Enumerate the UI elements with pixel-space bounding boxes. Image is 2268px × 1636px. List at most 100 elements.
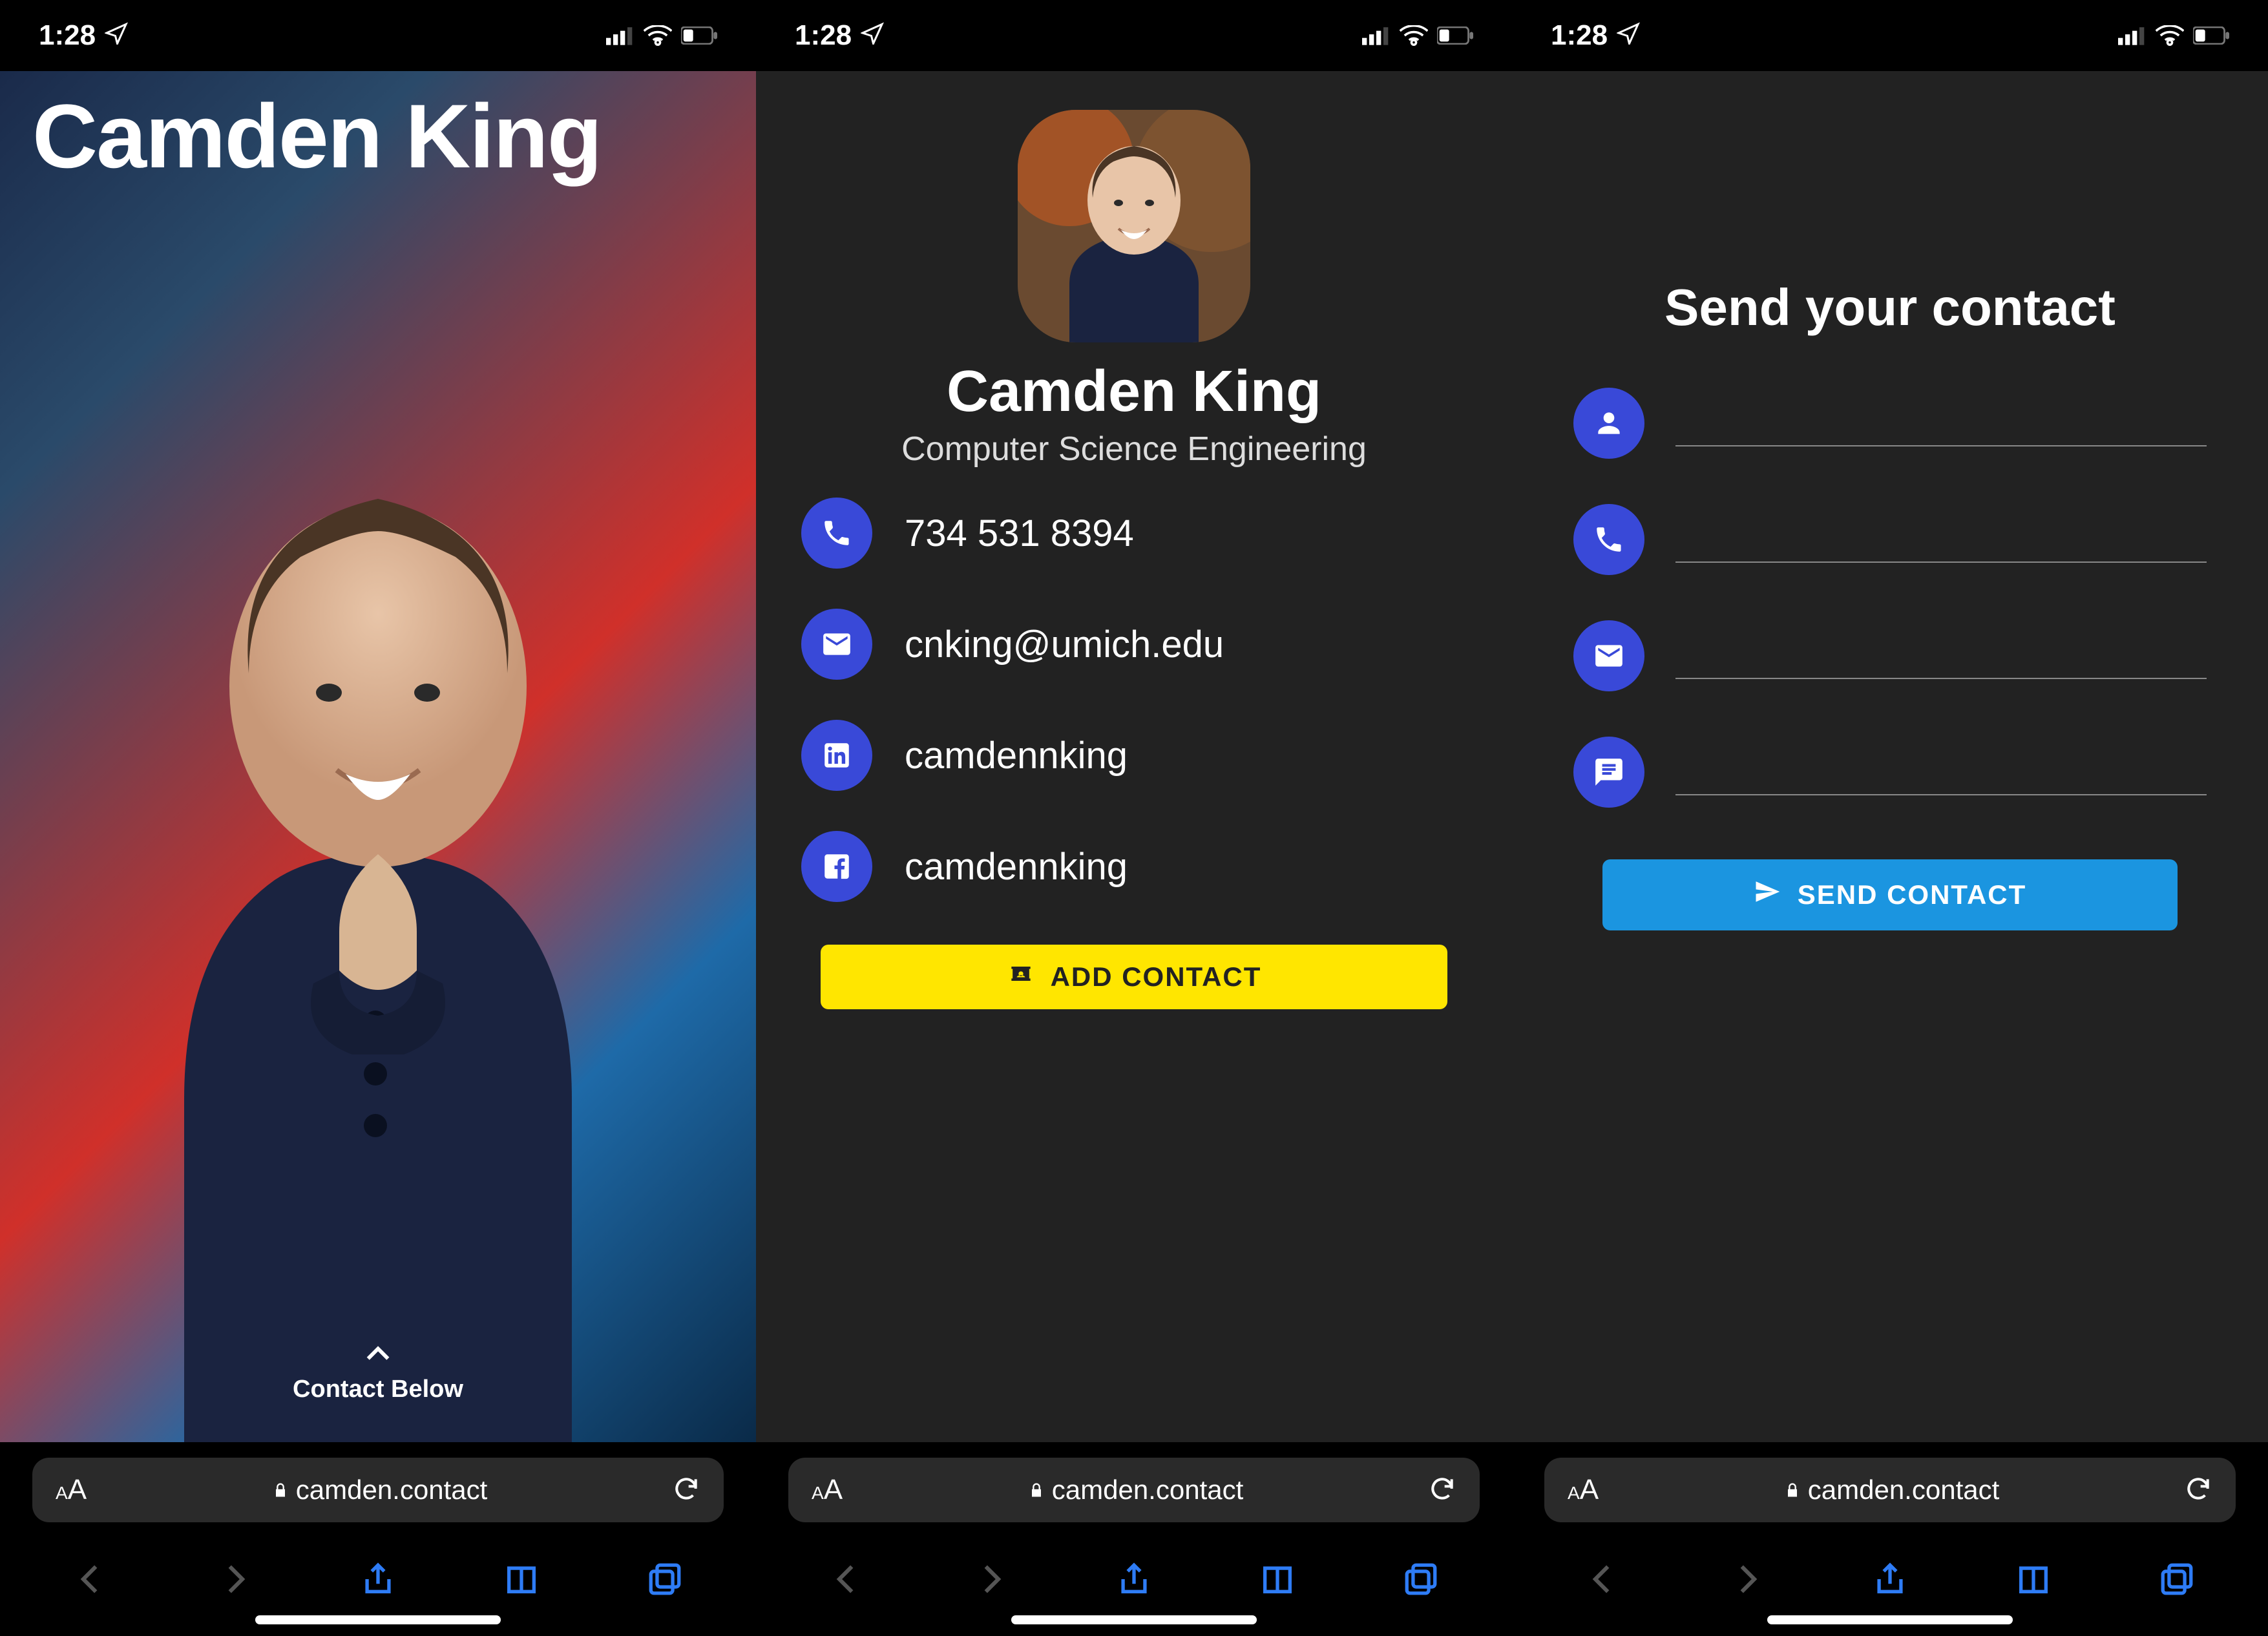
reload-button[interactable]	[1428, 1474, 1456, 1506]
name-input[interactable]	[1675, 400, 2207, 446]
url-bar[interactable]: AA camden.contact	[788, 1458, 1480, 1522]
scroll-hint-label: Contact Below	[293, 1376, 463, 1403]
bookmarks-button[interactable]	[1255, 1557, 1300, 1602]
safari-chrome: AA camden.contact	[756, 1442, 1512, 1636]
tabs-button[interactable]	[642, 1557, 688, 1602]
email-row[interactable]: cnking@umich.edu	[801, 609, 1467, 680]
phone-icon	[1573, 504, 1644, 575]
linkedin-row[interactable]: camdennking	[801, 720, 1467, 791]
cellular-icon	[2118, 26, 2147, 45]
status-time: 1:28	[795, 19, 852, 52]
status-bar: 1:28	[756, 0, 1512, 71]
tabs-button[interactable]	[1398, 1557, 1444, 1602]
forward-button[interactable]	[968, 1557, 1013, 1602]
battery-icon	[2193, 26, 2229, 45]
phone-screen-3: 1:28 Send your contact	[1512, 0, 2268, 1636]
phone-screen-1: 1:28 Camden King	[0, 0, 756, 1636]
url-text: camden.contact	[296, 1474, 488, 1505]
location-icon	[1617, 19, 1640, 52]
reload-button[interactable]	[672, 1474, 700, 1506]
lock-icon	[271, 1474, 289, 1505]
lock-icon	[1027, 1474, 1045, 1505]
facebook-row[interactable]: camdennking	[801, 831, 1467, 902]
status-time: 1:28	[1551, 19, 1608, 52]
home-indicator[interactable]	[1011, 1615, 1257, 1624]
chevron-up-icon	[293, 1339, 463, 1373]
send-contact-button[interactable]: SEND CONTACT	[1602, 859, 2178, 930]
home-indicator[interactable]	[1767, 1615, 2013, 1624]
back-button[interactable]	[824, 1557, 870, 1602]
url-bar[interactable]: AA camden.contact	[1544, 1458, 2236, 1522]
wifi-icon	[644, 25, 672, 46]
status-time: 1:28	[39, 19, 96, 52]
bookmarks-button[interactable]	[2011, 1557, 2056, 1602]
safari-chrome: AA camden.contact	[0, 1442, 756, 1636]
phone-screen-2: 1:28	[756, 0, 1512, 1636]
status-bar: 1:28	[1512, 0, 2268, 71]
contact-list: 734 531 8394 cnking@umich.edu camdennkin…	[801, 498, 1467, 942]
email-field-row	[1573, 620, 2207, 691]
forward-button[interactable]	[212, 1557, 257, 1602]
send-icon	[1754, 878, 1781, 912]
url-text: camden.contact	[1808, 1474, 2000, 1505]
hero-title: Camden King	[32, 84, 601, 189]
contact-card: Camden King Computer Science Engineering…	[756, 71, 1512, 1442]
location-icon	[105, 19, 128, 52]
form-fields	[1573, 388, 2207, 853]
portrait-photo	[81, 376, 675, 1442]
phone-input[interactable]	[1675, 516, 2207, 563]
hero-background: Camden King	[0, 71, 756, 1442]
status-bar: 1:28	[0, 0, 756, 71]
send-contact-form: Send your contact	[1512, 71, 2268, 1442]
share-button[interactable]	[355, 1557, 401, 1602]
url-display[interactable]: camden.contact	[1027, 1474, 1244, 1505]
contact-subtitle: Computer Science Engineering	[756, 430, 1512, 468]
share-button[interactable]	[1111, 1557, 1157, 1602]
lock-icon	[1783, 1474, 1801, 1505]
phone-row[interactable]: 734 531 8394	[801, 498, 1467, 569]
tabs-button[interactable]	[2154, 1557, 2200, 1602]
person-icon	[1573, 388, 1644, 459]
bookmarks-button[interactable]	[499, 1557, 544, 1602]
home-indicator[interactable]	[255, 1615, 501, 1624]
location-icon	[861, 19, 884, 52]
message-field-row	[1573, 737, 2207, 808]
cellular-icon	[1362, 26, 1391, 45]
text-size-button[interactable]: AA	[1568, 1474, 1599, 1506]
contact-card-icon	[1007, 960, 1035, 994]
avatar	[1018, 110, 1250, 342]
send-contact-label: SEND CONTACT	[1798, 879, 2027, 910]
forward-button[interactable]	[1724, 1557, 1769, 1602]
wifi-icon	[1400, 25, 1428, 46]
wifi-icon	[2156, 25, 2184, 46]
linkedin-value: camdennking	[905, 734, 1128, 777]
back-button[interactable]	[68, 1557, 114, 1602]
text-size-button[interactable]: AA	[812, 1474, 843, 1506]
facebook-value: camdennking	[905, 845, 1128, 888]
facebook-icon	[801, 831, 872, 902]
url-bar[interactable]: AA camden.contact	[32, 1458, 724, 1522]
battery-icon	[681, 26, 717, 45]
url-display[interactable]: camden.contact	[1783, 1474, 2000, 1505]
message-input[interactable]	[1675, 749, 2207, 795]
reload-button[interactable]	[2184, 1474, 2212, 1506]
url-display[interactable]: camden.contact	[271, 1474, 488, 1505]
scroll-hint[interactable]: Contact Below	[293, 1339, 463, 1403]
battery-icon	[1437, 26, 1473, 45]
linkedin-icon	[801, 720, 872, 791]
share-button[interactable]	[1867, 1557, 1913, 1602]
email-icon	[1573, 620, 1644, 691]
name-field-row	[1573, 388, 2207, 459]
contact-name: Camden King	[756, 359, 1512, 425]
email-input[interactable]	[1675, 633, 2207, 679]
add-contact-button[interactable]: ADD CONTACT	[821, 945, 1447, 1009]
back-button[interactable]	[1580, 1557, 1626, 1602]
text-size-button[interactable]: AA	[56, 1474, 87, 1506]
cellular-icon	[606, 26, 635, 45]
phone-field-row	[1573, 504, 2207, 575]
add-contact-label: ADD CONTACT	[1051, 961, 1262, 992]
phone-value: 734 531 8394	[905, 512, 1134, 555]
email-icon	[801, 609, 872, 680]
form-title: Send your contact	[1512, 278, 2268, 337]
url-text: camden.contact	[1052, 1474, 1244, 1505]
